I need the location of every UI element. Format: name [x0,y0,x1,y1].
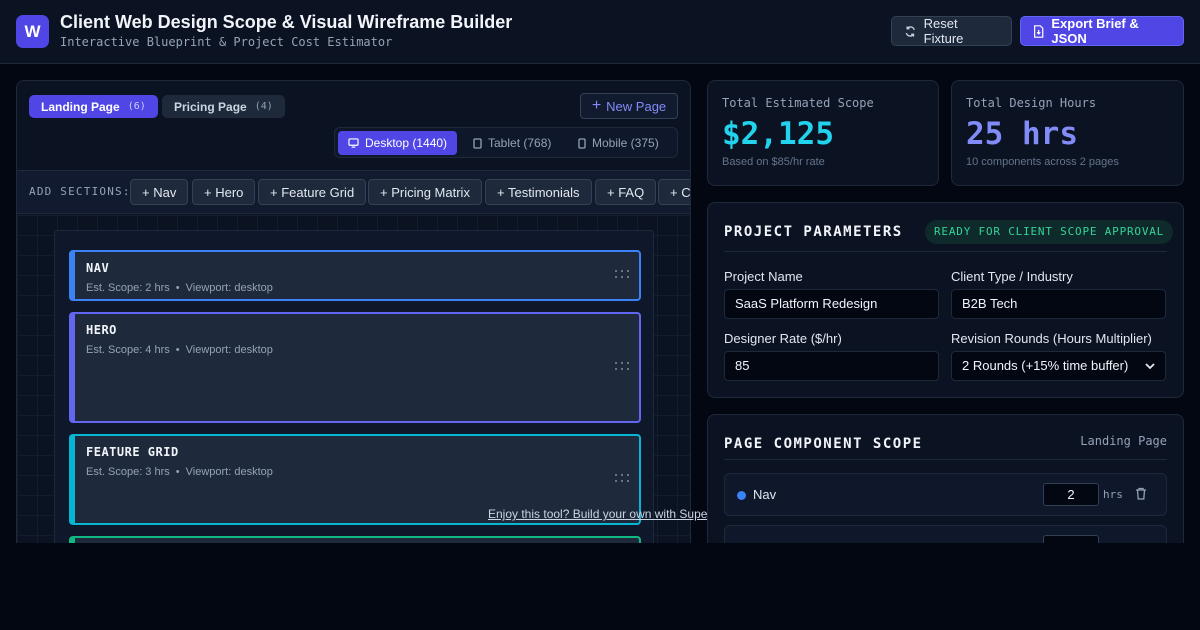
component-hours-unit: hrs [1103,488,1123,501]
desktop-icon [348,138,359,148]
bullet-separator: • [175,466,180,478]
revision-rounds-label: Revision Rounds (Hours Multiplier) [951,331,1152,346]
project-name-input[interactable]: SaaS Platform Redesign [724,289,939,319]
revision-rounds-select[interactable]: 2 Rounds (+15% time buffer) [951,351,1166,381]
component-hours-input[interactable] [1043,535,1099,543]
app-logo: W [16,15,49,48]
total-scope-note: Based on $85/hr rate [722,156,825,168]
page-tab-count: (6) [127,101,146,112]
component-row [724,525,1167,543]
viewport-label: Desktop (1440) [365,136,448,150]
client-type-input[interactable]: B2B Tech [951,289,1166,319]
block-meta: Est. Scope: 3 hrs • Viewport: desktop [86,466,273,478]
project-parameters-card: PROJECT PARAMETERS READY FOR CLIENT SCOP… [707,202,1184,398]
app-title: Client Web Design Scope & Visual Wirefra… [60,12,513,32]
viewport-label: Mobile (375) [592,136,659,150]
total-hours-note: 10 components across 2 pages [966,156,1119,168]
component-row: Nav 2 hrs [724,473,1167,516]
revision-rounds-value: 2 Rounds (+15% time buffer) [962,358,1129,373]
add-faq-button[interactable]: + FAQ [595,179,657,205]
add-pricing-matrix-button[interactable]: + Pricing Matrix [368,179,482,205]
app-header: W Client Web Design Scope & Visual Wiref… [0,0,1200,64]
page-tab-pricing[interactable]: Pricing Page (4) [162,95,285,118]
reset-fixture-button[interactable]: Reset Fixture [891,16,1012,46]
viewport-mobile-button[interactable]: Mobile (375) [568,131,669,155]
total-hours-card: Total Design Hours 25 hrs 10 components … [951,80,1184,186]
bullet-separator: • [175,344,180,356]
wireframe-canvas: NAV Est. Scope: 2 hrs • Viewport: deskto… [17,215,690,543]
block-meta: Est. Scope: 2 hrs • Viewport: desktop [86,282,273,294]
add-testimonials-button[interactable]: + Testimonials [485,179,592,205]
wireframe-frame: NAV Est. Scope: 2 hrs • Viewport: deskto… [54,230,654,543]
total-hours-label: Total Design Hours [966,96,1097,110]
divider [724,459,1167,460]
add-cta-button[interactable]: + CTA [658,179,690,205]
component-name: Nav [753,487,777,502]
block-scope: Est. Scope: 2 hrs [86,282,170,294]
project-parameters-title: PROJECT PARAMETERS [724,224,903,240]
block-title: HERO [86,323,117,337]
new-page-button[interactable]: + New Page [580,93,678,119]
add-feature-grid-button[interactable]: + Feature Grid [258,179,367,205]
designer-rate-label: Designer Rate ($/hr) [724,331,842,346]
wireframe-block-hero[interactable]: HERO Est. Scope: 4 hrs • Viewport: deskt… [69,312,641,423]
project-name-label: Project Name [724,269,803,284]
app-subtitle: Interactive Blueprint & Project Cost Est… [60,35,393,49]
chevron-down-icon [1145,362,1155,369]
viewport-switcher: Desktop (1440) Tablet (768) Mobile (375) [334,127,678,158]
drag-handle-icon[interactable] [615,474,631,484]
reset-fixture-label: Reset Fixture [923,16,964,46]
block-scope: Est. Scope: 3 hrs [86,466,170,478]
component-scope-title: PAGE COMPONENT SCOPE [724,436,923,452]
block-scope: Est. Scope: 4 hrs [86,344,170,356]
viewport-tablet-button[interactable]: Tablet (768) [463,131,561,155]
new-page-label: New Page [606,98,667,114]
divider [724,251,1167,252]
block-title: FEATURE GRID [86,445,179,459]
promo-link[interactable]: Enjoy this tool? Build your own with Sup… [488,507,711,521]
block-viewport: Viewport: desktop [185,344,273,356]
tablet-icon [473,137,482,149]
export-brief-label: Export Brief & JSON [1051,16,1139,46]
drag-handle-icon[interactable] [615,362,631,372]
mobile-icon [578,137,586,149]
total-hours-value: 25 hrs [966,116,1078,152]
component-scope-page: Landing Page [1080,434,1167,448]
wireframe-block-partial[interactable] [69,536,641,543]
page-tab-landing[interactable]: Landing Page (6) [29,95,158,118]
drag-handle-icon[interactable] [615,270,631,280]
bullet-separator: • [175,282,180,294]
component-color-dot [737,491,746,500]
block-viewport: Viewport: desktop [185,466,273,478]
total-scope-value: $2,125 [722,116,834,152]
refresh-icon [905,25,915,37]
status-badge: READY FOR CLIENT SCOPE APPROVAL [925,220,1174,244]
file-export-icon [1034,24,1044,38]
total-scope-label: Total Estimated Scope [722,96,874,110]
page-component-scope-card: PAGE COMPONENT SCOPE Landing Page Nav 2 … [707,414,1184,543]
page-tab-label: Pricing Page [174,99,247,114]
wireframe-block-nav[interactable]: NAV Est. Scope: 2 hrs • Viewport: deskto… [69,250,641,301]
page-tab-label: Landing Page [41,99,120,114]
export-brief-button[interactable]: Export Brief & JSON [1020,16,1184,46]
page-tab-count: (4) [254,101,273,112]
designer-rate-input[interactable]: 85 [724,351,939,381]
add-hero-button[interactable]: + Hero [192,179,256,205]
trash-icon[interactable] [1135,487,1147,500]
client-type-label: Client Type / Industry [951,269,1073,284]
viewport-label: Tablet (768) [488,136,552,150]
total-scope-card: Total Estimated Scope $2,125 Based on $8… [707,80,939,186]
wireframe-builder-panel: Landing Page (6) Pricing Page (4) + New … [16,80,691,543]
add-nav-button[interactable]: + Nav [130,179,189,205]
block-viewport: Viewport: desktop [185,282,273,294]
add-sections-bar: ADD SECTIONS: + Nav + Hero + Feature Gri… [17,170,690,214]
component-hours-input[interactable]: 2 [1043,483,1099,506]
add-sections-label: ADD SECTIONS: [29,185,131,198]
block-meta: Est. Scope: 4 hrs • Viewport: desktop [86,344,273,356]
block-title: NAV [86,261,110,275]
plus-icon: + [591,97,602,114]
viewport-desktop-button[interactable]: Desktop (1440) [338,131,458,155]
